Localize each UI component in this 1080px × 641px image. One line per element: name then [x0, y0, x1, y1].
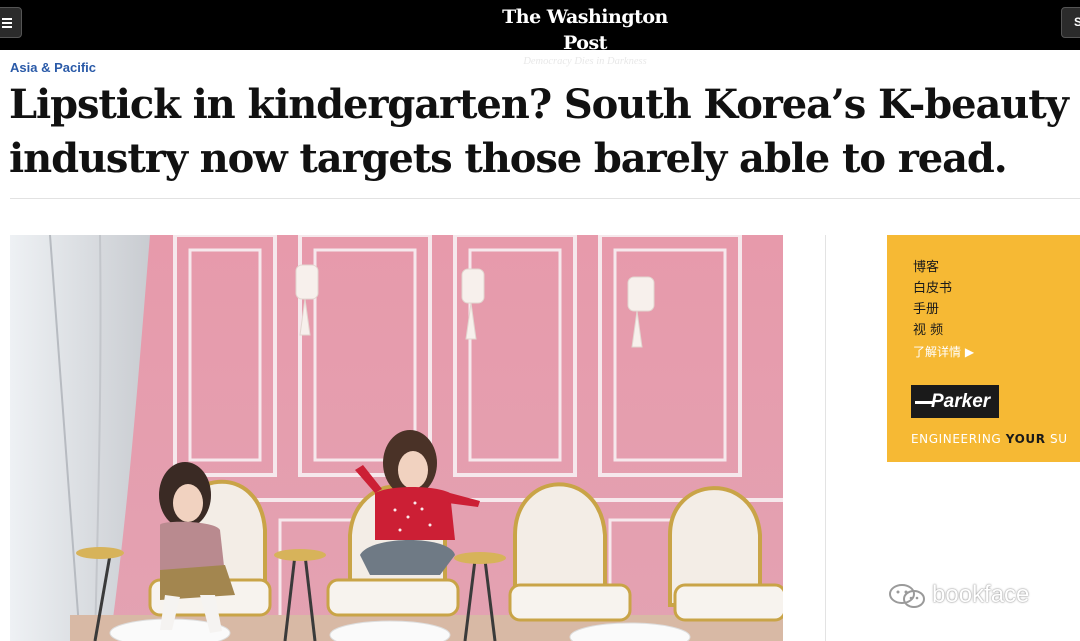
ad-item-handbook[interactable]: 手册: [913, 298, 939, 317]
ad-item-whitepaper[interactable]: 白皮书: [913, 277, 952, 296]
parker-logo-text: Parker: [931, 391, 991, 412]
top-nav-bar: The Washington Post Democracy Dies in Da…: [0, 0, 1080, 67]
hamburger-icon-line: [2, 22, 12, 24]
subscribe-button[interactable]: S: [1061, 7, 1080, 38]
masthead-slogan: Democracy Dies in Darkness: [523, 56, 647, 67]
ad-tagline-highlight: YOUR: [1005, 432, 1046, 446]
headline-line-2: industry now targets those barely able t…: [9, 135, 1008, 182]
advertisement-banner[interactable]: 博客 白皮书 手册 视 频 了解详情 ▶ Parker ENGINEERING …: [887, 235, 1080, 462]
ad-item-video[interactable]: 视 频: [913, 319, 943, 338]
ad-tagline-suffix: SU: [1045, 432, 1068, 446]
watermark-text: bookface: [932, 581, 1030, 608]
hamburger-icon: [2, 18, 12, 20]
header-divider: [10, 198, 1080, 199]
headline-line-1: Lipstick in kindergarten? South Korea’s …: [9, 81, 1069, 128]
hamburger-icon-line: [2, 26, 12, 28]
ad-tagline-prefix: ENGINEERING: [911, 432, 1006, 446]
section-link[interactable]: Asia & Pacific: [10, 60, 96, 75]
ad-item-blog[interactable]: 博客: [913, 256, 939, 275]
parker-logo: Parker: [911, 385, 999, 418]
menu-button[interactable]: [0, 7, 22, 38]
wechat-icon: [889, 584, 925, 608]
ad-learn-more-link[interactable]: 了解详情 ▶: [913, 343, 974, 360]
article-headline: Lipstick in kindergarten? South Korea’s …: [9, 78, 1079, 186]
lead-photo[interactable]: [10, 235, 783, 641]
masthead-logo: The Washington Post: [502, 6, 668, 54]
parker-logo-mark: [915, 401, 933, 404]
lead-photo-image: [10, 235, 783, 641]
column-divider: [825, 235, 826, 641]
masthead-logo-link[interactable]: The Washington Post Democracy Dies in Da…: [480, 4, 690, 68]
ad-tagline: ENGINEERING YOUR SU: [911, 432, 1080, 446]
